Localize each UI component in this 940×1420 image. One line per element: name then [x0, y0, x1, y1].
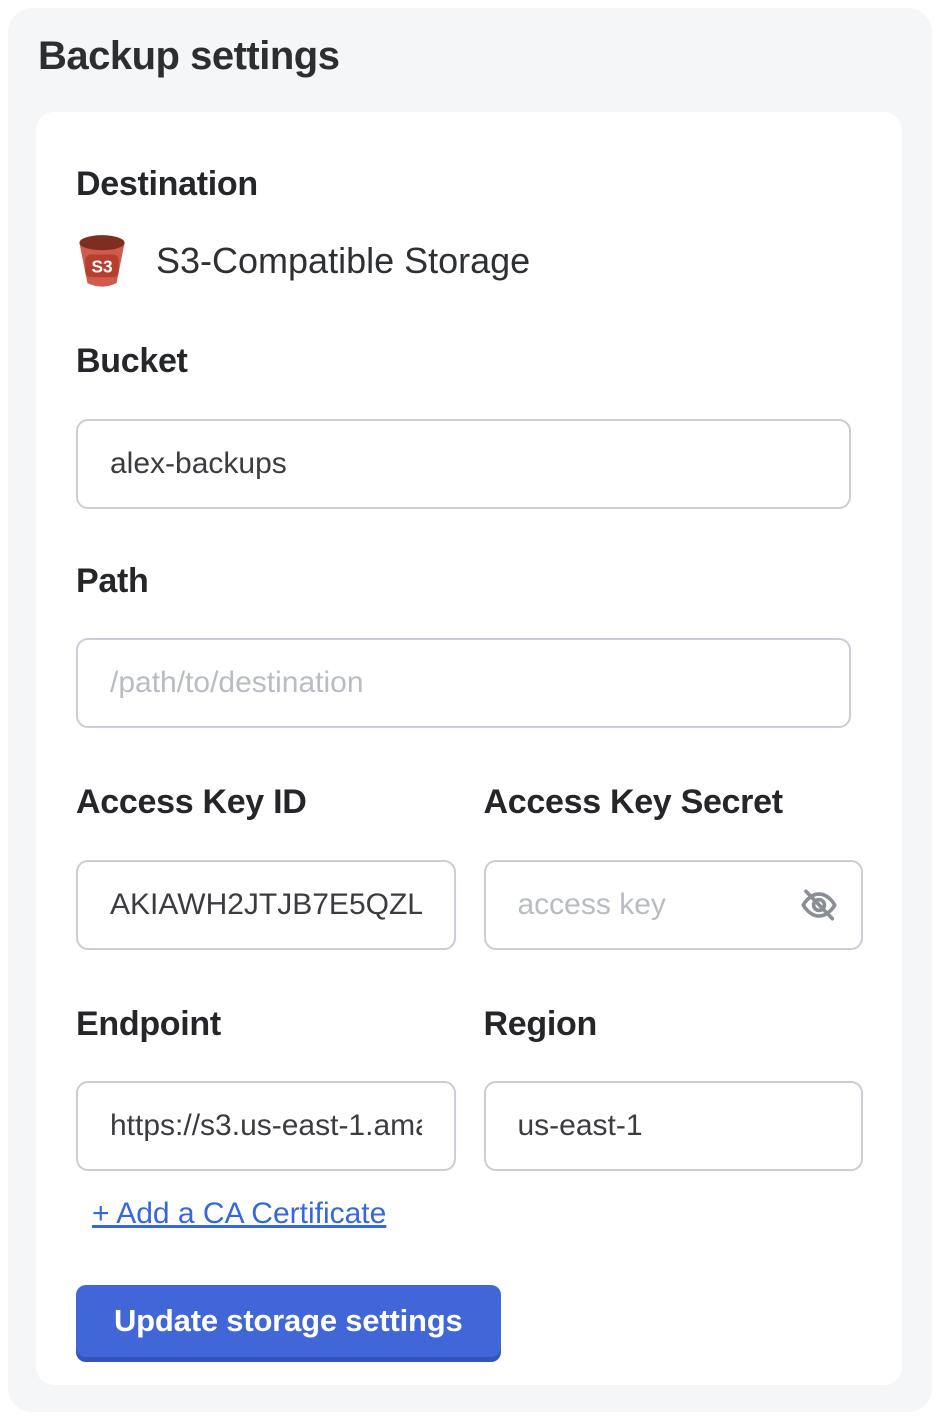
bucket-label: Bucket — [76, 343, 863, 380]
region-label: Region — [484, 1006, 864, 1043]
path-input[interactable] — [76, 638, 851, 728]
update-storage-settings-button[interactable]: Update storage settings — [76, 1285, 501, 1357]
add-ca-certificate-link[interactable]: + Add a CA Certificate — [92, 1197, 386, 1231]
submit-row: Update storage settings — [76, 1231, 863, 1357]
access-key-row: Access Key ID Access Key Secret — [76, 728, 863, 949]
backup-settings-panel: Backup settings Destination S3 S3-Compat… — [8, 8, 932, 1412]
page-title: Backup settings — [38, 34, 339, 79]
access-key-secret-label: Access Key Secret — [484, 784, 864, 821]
access-key-secret-field: Access Key Secret — [484, 728, 864, 949]
bucket-input[interactable] — [76, 419, 851, 509]
access-key-id-input[interactable] — [76, 860, 456, 950]
eye-off-icon — [798, 884, 840, 926]
destination-value: S3-Compatible Storage — [156, 240, 530, 282]
destination-value-row: S3 S3-Compatible Storage — [76, 233, 863, 289]
destination-label: Destination — [76, 166, 863, 203]
region-field: Region — [484, 950, 864, 1171]
region-input[interactable] — [484, 1081, 864, 1171]
endpoint-input[interactable] — [76, 1081, 456, 1171]
endpoint-field: Endpoint — [76, 950, 456, 1171]
endpoint-region-row: Endpoint Region — [76, 950, 863, 1171]
backup-settings-card: Destination S3 S3-Compatible Storage Buc… — [36, 112, 902, 1385]
endpoint-label: Endpoint — [76, 1006, 456, 1043]
access-key-id-label: Access Key ID — [76, 784, 456, 821]
svg-text:S3: S3 — [91, 257, 112, 277]
s3-bucket-icon: S3 — [76, 233, 128, 289]
access-key-id-field: Access Key ID — [76, 728, 456, 949]
toggle-secret-visibility-button[interactable] — [795, 881, 843, 929]
path-label: Path — [76, 563, 863, 600]
